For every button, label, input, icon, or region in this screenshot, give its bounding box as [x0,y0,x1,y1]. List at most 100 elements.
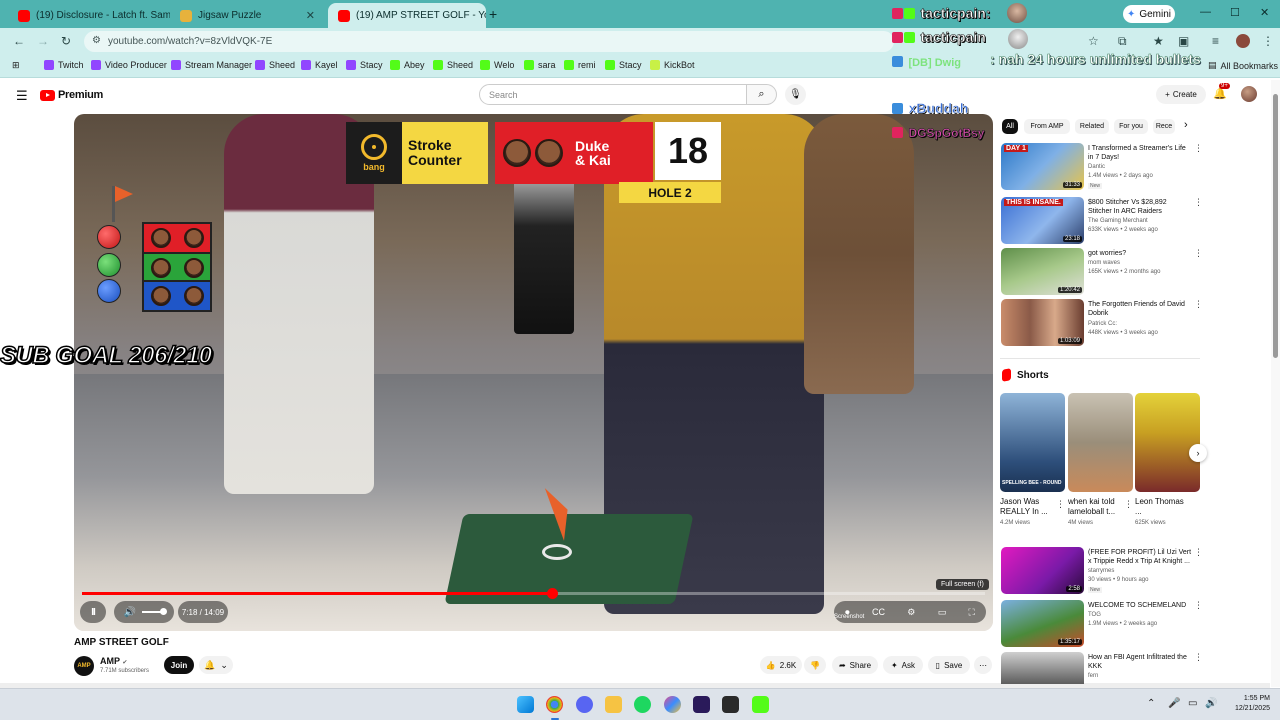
system-clock[interactable]: 1:55 PM 12/21/2025 [1226,694,1270,714]
recommendation-item[interactable]: 1:20:42 got worries? mom waves 165K view… [1000,248,1203,296]
recommendation-item[interactable]: 2:58 (FREE FOR PROFIT) Lil Uzi Vert x Tr… [1000,547,1203,595]
discord-icon[interactable] [576,696,593,713]
back-arrow-icon[interactable]: ← [13,34,25,48]
video-player[interactable]: bang Stroke Counter Duke & Kai 18 HOLE 2 [74,114,993,631]
close-tab-icon[interactable]: ✕ [306,9,315,22]
media-icon[interactable]: ≡ [1212,34,1219,48]
page-scrollbar[interactable] [1271,80,1280,687]
short-item[interactable]: SPELLING BEE - ROUND Jason Was REALLY In… [1000,393,1065,526]
premiere-pro-icon[interactable] [693,696,710,713]
recommendation-channel[interactable]: mom waves [1088,260,1120,266]
kebab-menu-icon[interactable]: ⋮ [1194,600,1203,611]
channel-avatar[interactable]: AMP [74,656,94,676]
new-tab-button[interactable]: + [489,6,497,22]
recommendation-title[interactable]: WELCOME TO SCHEMELAND [1088,601,1192,610]
video-thumbnail[interactable]: 1:35:17 [1001,600,1084,647]
video-progress-bar[interactable] [82,588,985,599]
more-actions-button[interactable]: ⋯ [974,656,992,674]
volume-control[interactable]: 🔊 [114,601,174,623]
tray-chevron-icon[interactable]: ⌃ [1147,698,1155,709]
short-title[interactable]: Jason Was REALLY In ... [1000,497,1056,517]
kebab-menu-icon[interactable]: ⋮ [1194,547,1203,558]
recommendation-title[interactable]: (FREE FOR PROFIT) Lil Uzi Vert x Trippie… [1088,548,1192,566]
forward-arrow-icon[interactable]: → [37,34,49,48]
bookmark-welo[interactable]: Welo [480,60,514,70]
bookmark-abey[interactable]: Abey [390,60,425,70]
browser-tab-disclosure[interactable]: (19) Disclosure - Latch ft. Sam S [8,3,170,28]
pause-button[interactable]: II [80,601,106,623]
bookmark-stacy[interactable]: Stacy [346,60,383,70]
bookmark-star-icon[interactable]: ☆ [1088,34,1099,48]
kebab-menu-icon[interactable]: ⋮ [1194,197,1203,208]
spotify-icon[interactable] [634,696,651,713]
microphone-tray-icon[interactable]: 🎤 [1168,698,1180,709]
recommendation-channel[interactable]: Patrick Cc: [1088,321,1117,327]
bookmark-stream-manager[interactable]: Stream Manager [171,60,252,70]
profile-avatar[interactable] [1236,34,1250,48]
captions-icon[interactable]: CC [872,607,885,617]
kebab-menu-icon[interactable]: ⋮ [1194,248,1203,259]
close-window-button[interactable]: ✕ [1260,6,1269,19]
capture-app-icon[interactable] [722,696,739,713]
bookmark-sheed[interactable]: Sheed [255,60,295,70]
network-icon[interactable]: ▭ [1188,698,1197,709]
dislike-button[interactable]: 👎 [804,656,826,674]
bookmarks-icon[interactable]: ★ [1153,34,1164,48]
recommendation-channel[interactable]: The Gaming Merchant [1088,218,1148,224]
ask-button[interactable]: ✦ Ask [883,656,923,674]
bookmark-remi[interactable]: remi [564,60,596,70]
recommendation-channel[interactable]: starrymes [1088,568,1114,574]
create-button[interactable]: + Create [1156,85,1206,104]
recommendation-item[interactable]: How an FBI Agent Infiltrated the KKK fer… [1000,652,1200,684]
video-thumbnail[interactable]: 1:20:42 [1001,248,1084,295]
account-avatar[interactable] [1241,86,1257,102]
short-title[interactable]: Leon Thomas ... [1135,497,1191,517]
recommendation-item[interactable]: 1:35:17 WELCOME TO SCHEMELAND TOG 1.9M v… [1000,600,1203,648]
recommendation-channel[interactable]: fern [1088,673,1098,679]
chip-related[interactable]: Related [1075,119,1109,134]
search-input[interactable]: Search [479,84,747,105]
recommendation-title[interactable]: The Forgotten Friends of David Dobrik [1088,300,1192,318]
settings-gear-icon[interactable]: ⚙ [907,607,915,618]
recommendation-item[interactable]: DAY 1 31:33 I Transformed a Streamer's L… [1000,143,1203,191]
short-title[interactable]: when kai told lameloball t... [1068,497,1124,517]
site-info-icon[interactable]: ⚙ [92,35,101,46]
theater-mode-icon[interactable]: ▭ [938,607,947,618]
join-button[interactable]: Join [164,656,194,674]
kebab-menu-icon[interactable]: ⋮ [1056,499,1065,510]
fullscreen-icon[interactable]: ⛶ [969,607,975,618]
volume-icon[interactable]: 🔊 [124,607,136,618]
channel-name[interactable]: AMP ✔ [100,656,127,666]
gemini-button[interactable]: ✦ Gemini [1123,5,1175,23]
bookmark-stacy-kick[interactable]: Stacy [605,60,642,70]
maximize-button[interactable]: ☐ [1230,6,1240,19]
recommendation-title[interactable]: How an FBI Agent Infiltrated the KKK [1088,653,1192,671]
recommendation-channel[interactable]: TOG [1088,612,1101,618]
subscription-bell-button[interactable]: 🔔 ⌄ [199,656,233,674]
extensions-icon[interactable]: ⧉ [1118,34,1127,49]
chip-all[interactable]: All [1002,119,1018,134]
reload-icon[interactable]: ↻ [61,34,71,48]
address-bar[interactable]: ⚙ youtube.com/watch?v=8zVldVQK-7E [84,31,894,52]
recommendation-title[interactable]: $800 Stitcher Vs $28,892 Stitcher In ARC… [1088,198,1192,216]
chip-from-amp[interactable]: From AMP [1024,119,1070,134]
like-button[interactable]: 👍 2.6K [760,656,802,674]
chevron-right-icon[interactable]: › [1184,119,1188,131]
kebab-menu-icon[interactable]: ⋮ [1194,143,1203,154]
recommendation-item[interactable]: 1:03:09 The Forgotten Friends of David D… [1000,299,1203,347]
progress-scrubber-handle[interactable] [546,588,558,599]
browser-tab-amp-street-golf[interactable]: (19) AMP STREET GOLF - Yo 🔊 ✕ [328,3,486,28]
save-button[interactable]: ▯ Save [928,656,970,674]
kebab-menu-icon[interactable]: ⋮ [1194,652,1200,663]
bookmark-kayel[interactable]: Kayel [301,60,338,70]
video-thumbnail[interactable] [1001,652,1084,684]
apps-grid-icon[interactable]: ⊞ [12,60,20,71]
voice-search-button[interactable]: 🎙 [785,84,806,105]
copilot-icon[interactable] [664,696,681,713]
search-button[interactable]: ⌕ [747,84,777,105]
hamburger-menu-icon[interactable]: ☰ [16,88,28,104]
windows-start-icon[interactable] [517,696,534,713]
bookmark-sheed-kick[interactable]: Sheed [433,60,473,70]
all-bookmarks-folder[interactable]: ▤ All Bookmarks [1208,60,1278,71]
notifications-button[interactable]: 🔔 9+ [1213,83,1230,100]
